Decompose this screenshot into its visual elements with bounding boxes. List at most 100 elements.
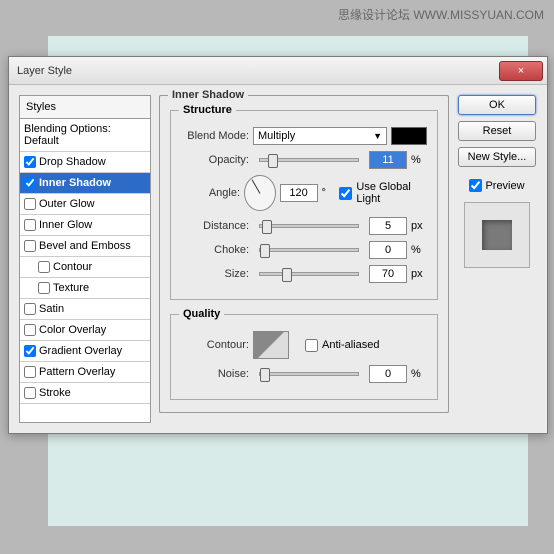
blend-mode-label: Blend Mode: xyxy=(181,130,249,142)
noise-input[interactable] xyxy=(369,365,407,383)
slider-thumb[interactable] xyxy=(262,220,272,234)
style-label: Gradient Overlay xyxy=(39,345,122,357)
style-checkbox[interactable] xyxy=(24,240,36,252)
noise-slider[interactable] xyxy=(259,372,359,376)
style-label: Inner Shadow xyxy=(39,177,111,189)
main-panel: Inner Shadow Structure Blend Mode: Multi… xyxy=(159,95,449,423)
choke-slider[interactable] xyxy=(259,248,359,252)
style-label: Drop Shadow xyxy=(39,156,106,168)
right-panel: OK Reset New Style... Preview xyxy=(457,95,537,423)
size-slider[interactable] xyxy=(259,272,359,276)
contour-label: Contour: xyxy=(181,339,249,351)
titlebar: Layer Style × xyxy=(9,57,547,85)
style-checkbox[interactable] xyxy=(24,219,36,231)
style-item-bevel-and-emboss[interactable]: Bevel and Emboss xyxy=(20,236,150,257)
style-item-stroke[interactable]: Stroke xyxy=(20,383,150,404)
style-item-outer-glow[interactable]: Outer Glow xyxy=(20,194,150,215)
slider-thumb[interactable] xyxy=(282,268,292,282)
opacity-slider[interactable] xyxy=(259,158,359,162)
style-item-pattern-overlay[interactable]: Pattern Overlay xyxy=(20,362,150,383)
style-item-contour[interactable]: Contour xyxy=(20,257,150,278)
quality-group: Quality Contour: Anti-aliased Noise: % xyxy=(170,314,438,400)
slider-thumb[interactable] xyxy=(260,368,270,382)
style-checkbox[interactable] xyxy=(24,345,36,357)
style-item-inner-glow[interactable]: Inner Glow xyxy=(20,215,150,236)
contour-picker[interactable] xyxy=(253,331,289,359)
styles-list: Blending Options: Default Drop Shadow Inne… xyxy=(20,119,150,404)
style-item-drop-shadow[interactable]: Drop Shadow xyxy=(20,152,150,173)
choke-input[interactable] xyxy=(369,241,407,259)
noise-unit: % xyxy=(411,368,427,380)
angle-indicator xyxy=(251,179,260,193)
chevron-down-icon: ▼ xyxy=(373,131,382,141)
style-label: Inner Glow xyxy=(39,219,92,231)
style-label: Outer Glow xyxy=(39,198,95,210)
style-checkbox[interactable] xyxy=(24,366,36,378)
style-checkbox[interactable] xyxy=(24,156,36,168)
style-item-inner-shadow[interactable]: Inner Shadow xyxy=(20,173,150,194)
preview-swatch xyxy=(482,220,512,250)
style-checkbox[interactable] xyxy=(24,303,36,315)
opacity-unit: % xyxy=(411,154,427,166)
preview-box xyxy=(464,202,530,268)
shadow-color-swatch[interactable] xyxy=(391,127,427,145)
style-item-satin[interactable]: Satin xyxy=(20,299,150,320)
style-label: Pattern Overlay xyxy=(39,366,115,378)
slider-thumb[interactable] xyxy=(268,154,278,168)
distance-unit: px xyxy=(411,220,427,232)
watermark: 思缘设计论坛 WWW.MISSYUAN.COM xyxy=(338,6,544,23)
size-unit: px xyxy=(411,268,427,280)
angle-label: Angle: xyxy=(181,187,240,199)
reset-button[interactable]: Reset xyxy=(458,121,536,141)
global-light-checkbox[interactable] xyxy=(339,187,352,200)
style-label: Bevel and Emboss xyxy=(39,240,131,252)
size-label: Size: xyxy=(181,268,249,280)
style-label: Satin xyxy=(39,303,64,315)
style-checkbox[interactable] xyxy=(24,177,36,189)
preview-label: Preview xyxy=(485,180,524,192)
structure-group: Structure Blend Mode: Multiply ▼ Opacity… xyxy=(170,110,438,300)
layer-style-dialog: Layer Style × Styles Blending Options: D… xyxy=(8,56,548,434)
style-label: Stroke xyxy=(39,387,71,399)
new-style-button[interactable]: New Style... xyxy=(458,147,536,167)
style-checkbox[interactable] xyxy=(24,324,36,336)
distance-slider[interactable] xyxy=(259,224,359,228)
styles-header[interactable]: Styles xyxy=(20,96,150,119)
style-checkbox[interactable] xyxy=(38,261,50,273)
close-icon: × xyxy=(518,65,524,77)
slider-thumb[interactable] xyxy=(260,244,270,258)
angle-dial[interactable] xyxy=(244,175,276,211)
opacity-label: Opacity: xyxy=(181,154,249,166)
panel-title: Inner Shadow xyxy=(168,89,248,101)
distance-label: Distance: xyxy=(181,220,249,232)
global-light-label: Use Global Light xyxy=(356,181,427,205)
style-checkbox[interactable] xyxy=(38,282,50,294)
inner-shadow-fieldset: Inner Shadow Structure Blend Mode: Multi… xyxy=(159,95,449,413)
quality-title: Quality xyxy=(179,308,224,320)
size-input[interactable] xyxy=(369,265,407,283)
blend-mode-select[interactable]: Multiply ▼ xyxy=(253,127,387,145)
style-checkbox[interactable] xyxy=(24,198,36,210)
close-button[interactable]: × xyxy=(499,61,543,81)
distance-input[interactable] xyxy=(369,217,407,235)
noise-label: Noise: xyxy=(181,368,249,380)
blending-options-header[interactable]: Blending Options: Default xyxy=(20,119,150,152)
style-label: Contour xyxy=(53,261,92,273)
style-checkbox[interactable] xyxy=(24,387,36,399)
dialog-title: Layer Style xyxy=(17,65,499,77)
structure-title: Structure xyxy=(179,104,236,116)
style-item-color-overlay[interactable]: Color Overlay xyxy=(20,320,150,341)
choke-unit: % xyxy=(411,244,427,256)
style-item-texture[interactable]: Texture xyxy=(20,278,150,299)
ok-button[interactable]: OK xyxy=(458,95,536,115)
style-item-gradient-overlay[interactable]: Gradient Overlay xyxy=(20,341,150,362)
style-label: Texture xyxy=(53,282,89,294)
opacity-input[interactable] xyxy=(369,151,407,169)
style-label: Color Overlay xyxy=(39,324,106,336)
angle-input[interactable] xyxy=(280,184,318,202)
preview-checkbox[interactable] xyxy=(469,179,482,192)
antialiased-label: Anti-aliased xyxy=(322,339,379,351)
antialiased-checkbox[interactable] xyxy=(305,339,318,352)
styles-panel: Styles Blending Options: Default Drop Sha… xyxy=(19,95,151,423)
choke-label: Choke: xyxy=(181,244,249,256)
